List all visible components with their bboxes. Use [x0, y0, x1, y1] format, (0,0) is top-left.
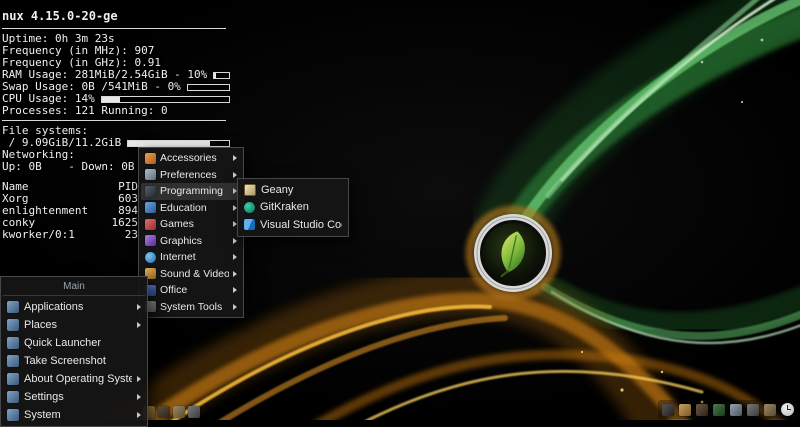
submenu-arrow-icon: [137, 304, 141, 310]
app-icon[interactable]: [173, 405, 185, 418]
accessories-icon: [145, 152, 156, 164]
graphics-icon: [145, 235, 156, 247]
vscode-icon: [244, 219, 255, 231]
menu-item-geany[interactable]: Geany: [240, 181, 346, 199]
applications-icon: [7, 301, 19, 313]
submenu-arrow-icon: [233, 155, 237, 162]
main-menu-item-quick-launcher[interactable]: Quick Launcher: [3, 334, 145, 352]
cpu-monitor-icon[interactable]: [713, 403, 725, 416]
apps-menu-item-programming[interactable]: Programming: [141, 183, 241, 200]
submenu-arrow-icon: [233, 287, 237, 294]
quick-launcher-icon: [7, 337, 19, 349]
left-shelf: [143, 404, 200, 419]
submenu-arrow-icon: [137, 322, 141, 328]
leaf-emblem: [465, 205, 561, 301]
clock-icon[interactable]: [781, 403, 794, 416]
main-menu-item-take-screenshot[interactable]: Take Screenshot: [3, 352, 145, 370]
divider: [2, 28, 226, 29]
programming-submenu: Geany GitKraken Visual Studio Code: [237, 178, 349, 237]
terminal-icon[interactable]: [696, 403, 708, 416]
apps-menu-item-games[interactable]: Games: [141, 216, 241, 233]
education-icon: [145, 202, 156, 214]
cpu-usage-bar: [100, 95, 230, 103]
divider: [2, 120, 226, 121]
submenu-arrow-icon: [233, 254, 237, 261]
submenu-arrow-icon: [233, 237, 237, 244]
mixer-icon[interactable]: [730, 403, 742, 416]
app-icon[interactable]: [188, 405, 200, 418]
system-icon: [7, 409, 19, 421]
main-menu-item-settings[interactable]: Settings: [3, 388, 145, 406]
submenu-arrow-icon: [233, 171, 237, 178]
main-menu-item-system[interactable]: System: [3, 406, 145, 424]
main-menu-header: Main: [3, 279, 145, 296]
submenu-arrow-icon: [137, 394, 141, 400]
process-row: kworker/0:1 23: [2, 228, 138, 241]
applications-submenu: Accessories Preferences Programming Educ…: [138, 147, 244, 318]
root-fs-bar: [127, 139, 230, 147]
gitkraken-icon: [244, 201, 255, 213]
apps-menu-item-preferences[interactable]: Preferences: [141, 167, 241, 184]
apps-menu-item-accessories[interactable]: Accessories: [141, 150, 241, 167]
apps-menu-item-education[interactable]: Education: [141, 200, 241, 217]
ram-usage-bar: [213, 71, 230, 79]
main-menu-item-applications[interactable]: Applications: [3, 298, 145, 316]
main-menu-item-about-os[interactable]: About Operating System: [3, 370, 145, 388]
games-icon: [145, 218, 156, 230]
processes-line: Processes: 121 Running: 0: [2, 104, 168, 117]
apps-menu-item-office[interactable]: Office: [141, 282, 241, 299]
apps-menu-item-internet[interactable]: Internet: [141, 249, 241, 266]
menu-item-visual-studio-code[interactable]: Visual Studio Code: [240, 216, 346, 234]
internet-icon: [145, 251, 156, 263]
settings-gear-icon: [7, 391, 19, 403]
pager-icon[interactable]: [764, 403, 776, 416]
main-menu-item-places[interactable]: Places: [3, 316, 145, 334]
swap-usage-bar: [186, 83, 230, 91]
apps-menu-item-sound-video[interactable]: Sound & Video: [141, 266, 241, 283]
preferences-icon: [145, 169, 156, 181]
apps-menu-item-graphics[interactable]: Graphics: [141, 233, 241, 250]
window-list-icon[interactable]: [662, 403, 674, 416]
files-icon[interactable]: [679, 403, 691, 416]
places-folder-icon: [7, 319, 19, 331]
programming-icon: [145, 185, 156, 197]
main-menu: Main Applications Places Quick Launcher …: [0, 276, 148, 427]
app-icon[interactable]: [158, 405, 170, 418]
about-info-icon: [7, 373, 19, 385]
kernel-version: nux 4.15.0-20-ge: [2, 9, 118, 23]
battery-icon[interactable]: [747, 403, 759, 416]
submenu-arrow-icon: [137, 412, 141, 418]
apps-menu-item-system-tools[interactable]: System Tools: [141, 299, 241, 316]
submenu-arrow-icon: [233, 303, 237, 310]
geany-icon: [244, 183, 256, 196]
system-shelf: [658, 400, 798, 419]
submenu-arrow-icon: [233, 270, 237, 277]
menu-item-gitkraken[interactable]: GitKraken: [240, 199, 346, 217]
submenu-arrow-icon: [137, 376, 141, 382]
screenshot-camera-icon: [7, 355, 19, 367]
